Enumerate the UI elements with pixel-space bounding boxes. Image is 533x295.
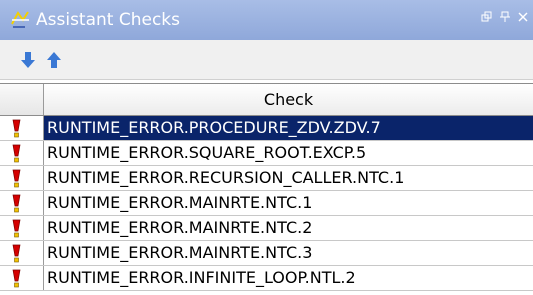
table-row[interactable]: RUNTIME_ERROR.SQUARE_ROOT.EXCP.5: [0, 141, 533, 166]
check-cell: RUNTIME_ERROR.INFINITE_LOOP.NTL.2: [47, 268, 356, 287]
title-controls: [481, 11, 529, 27]
table-row[interactable]: RUNTIME_ERROR.RECURSION_CALLER.NTC.1: [0, 166, 533, 191]
assistant-checks-panel: Assistant Checks Check RUNTIME_ERROR.PRO…: [0, 0, 533, 295]
exclamation-icon: [12, 219, 21, 238]
table-row[interactable]: RUNTIME_ERROR.INFINITE_LOOP.NTL.2: [0, 266, 533, 291]
table-row[interactable]: RUNTIME_ERROR.MAINRTE.NTC.1: [0, 191, 533, 216]
row-marker: [0, 241, 44, 265]
float-icon[interactable]: [481, 11, 493, 23]
column-header-check[interactable]: Check: [44, 84, 533, 115]
exclamation-icon: [12, 194, 21, 213]
row-marker-header: [0, 84, 44, 115]
close-icon[interactable]: [517, 11, 529, 23]
row-marker: [0, 191, 44, 215]
table-row[interactable]: RUNTIME_ERROR.MAINRTE.NTC.2: [0, 216, 533, 241]
arrow-down-icon[interactable]: [18, 50, 38, 70]
arrow-up-icon[interactable]: [44, 50, 64, 70]
check-cell: RUNTIME_ERROR.MAINRTE.NTC.1: [47, 193, 313, 212]
row-marker: [0, 216, 44, 240]
check-cell: RUNTIME_ERROR.SQUARE_ROOT.EXCP.5: [47, 143, 367, 162]
grid-header: Check: [0, 84, 533, 116]
exclamation-icon: [12, 119, 21, 138]
pin-icon[interactable]: [499, 11, 511, 23]
checks-grid: Check RUNTIME_ERROR.PROCEDURE_ZDV.ZDV.7 …: [0, 83, 533, 295]
exclamation-icon: [12, 144, 21, 163]
check-cell: RUNTIME_ERROR.MAINRTE.NTC.2: [47, 218, 313, 237]
row-marker: [0, 141, 44, 165]
exclamation-icon: [12, 269, 21, 288]
panel-title: Assistant Checks: [36, 10, 181, 30]
row-marker: [0, 266, 44, 290]
check-cell: RUNTIME_ERROR.PROCEDURE_ZDV.ZDV.7: [44, 116, 533, 140]
row-marker: [0, 116, 44, 140]
titlebar: Assistant Checks: [0, 0, 533, 40]
exclamation-icon: [12, 244, 21, 263]
check-cell: RUNTIME_ERROR.MAINRTE.NTC.3: [47, 243, 313, 262]
table-row[interactable]: RUNTIME_ERROR.MAINRTE.NTC.3: [0, 241, 533, 266]
exclamation-icon: [12, 169, 21, 188]
check-cell: RUNTIME_ERROR.RECURSION_CALLER.NTC.1: [47, 168, 405, 187]
assistant-icon: [9, 8, 31, 30]
table-row[interactable]: RUNTIME_ERROR.PROCEDURE_ZDV.ZDV.7: [0, 116, 533, 141]
row-marker: [0, 166, 44, 190]
toolbar: [0, 40, 533, 80]
